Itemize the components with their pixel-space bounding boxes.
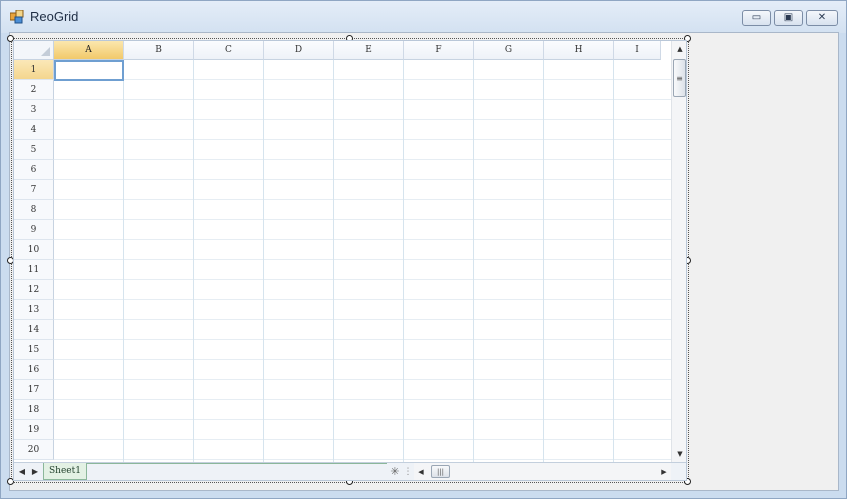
row-header-7[interactable]: 7 [14, 180, 54, 200]
scroll-right-icon[interactable]: ▶ [657, 463, 671, 480]
maximize-button[interactable]: ▣ [774, 10, 803, 26]
row-header-6[interactable]: 6 [14, 160, 54, 180]
title-bar[interactable]: ReoGrid ▭ ▣ ✕ [1, 1, 846, 33]
row-header-11[interactable]: 11 [14, 260, 54, 280]
scroll-up-icon[interactable]: ▲ [672, 41, 686, 57]
select-all-corner[interactable] [14, 41, 54, 60]
row-header-9[interactable]: 9 [14, 220, 54, 240]
horizontal-scroll-thumb[interactable]: ||| [431, 465, 450, 478]
horizontal-scrollbar[interactable]: ◀ ||| ▶ [414, 463, 671, 480]
row-header-5[interactable]: 5 [14, 140, 54, 160]
sheet-tab-sheet1[interactable]: Sheet1 [43, 463, 87, 480]
row-header-12[interactable]: 12 [14, 280, 54, 300]
column-header-b[interactable]: B [124, 41, 194, 60]
select-all-triangle-icon [41, 47, 50, 56]
row-header-2[interactable]: 2 [14, 80, 54, 100]
row-header-18[interactable]: 18 [14, 400, 54, 420]
sheet-nav-left-icon[interactable]: ◀ [16, 463, 28, 480]
tab-splitter-icon[interactable]: ⋮ [404, 465, 413, 478]
vertical-scrollbar[interactable]: ▲ ≡ ▼ [671, 41, 686, 462]
column-header-e[interactable]: E [334, 41, 404, 60]
row-header-10[interactable]: 10 [14, 240, 54, 260]
add-sheet-icon[interactable]: ✳ [388, 463, 402, 480]
row-header-1[interactable]: 1 [14, 60, 54, 80]
app-icon [10, 10, 24, 24]
row-header-15[interactable]: 15 [14, 340, 54, 360]
column-header-f[interactable]: F [404, 41, 474, 60]
row-header-16[interactable]: 16 [14, 360, 54, 380]
close-button[interactable]: ✕ [806, 10, 838, 26]
row-header-8[interactable]: 8 [14, 200, 54, 220]
row-header-4[interactable]: 4 [14, 120, 54, 140]
row-header-13[interactable]: 13 [14, 300, 54, 320]
window-title: ReoGrid [30, 9, 79, 24]
row-header-3[interactable]: 3 [14, 100, 54, 120]
scroll-down-icon[interactable]: ▼ [672, 446, 686, 462]
cell-area[interactable] [54, 60, 671, 463]
column-header-i[interactable]: I [614, 41, 661, 60]
row-header-19[interactable]: 19 [14, 420, 54, 440]
column-header-a[interactable]: A [54, 41, 124, 60]
tab-strip-line [87, 463, 387, 464]
sheet-tab-bar: ◀ ▶ Sheet1 ✳ ⋮ ◀ ||| ▶ [14, 462, 686, 480]
row-header-17[interactable]: 17 [14, 380, 54, 400]
column-header-c[interactable]: C [194, 41, 264, 60]
column-header-h[interactable]: H [544, 41, 614, 60]
selected-cell-a1[interactable] [54, 60, 124, 81]
sheet-nav-right-icon[interactable]: ▶ [29, 463, 41, 480]
row-header-14[interactable]: 14 [14, 320, 54, 340]
column-header-g[interactable]: G [474, 41, 544, 60]
column-header-d[interactable]: D [264, 41, 334, 60]
minimize-button[interactable]: ▭ [742, 10, 771, 26]
row-header-20[interactable]: 20 [14, 440, 54, 460]
scroll-left-icon[interactable]: ◀ [414, 463, 428, 480]
vertical-scroll-thumb[interactable]: ≡ [673, 59, 686, 97]
spreadsheet-grid[interactable]: ABCDEFGHI 1 2 3 4 5 6 7 8 9 10 11 12 13 14 15 16 17 18 19 2… [13, 40, 687, 481]
